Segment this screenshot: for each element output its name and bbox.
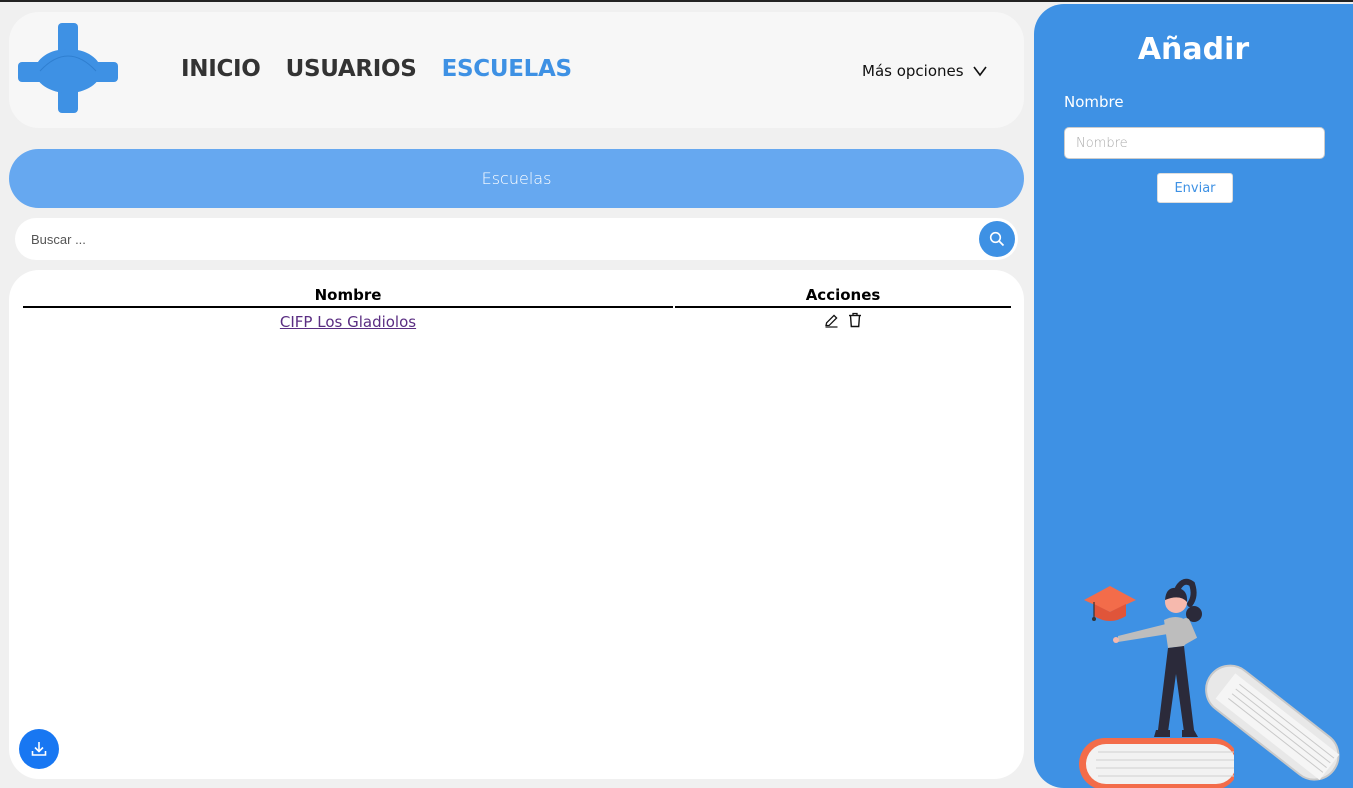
- nav-escuelas[interactable]: ESCUELAS: [442, 56, 572, 82]
- add-panel: Añadir Nombre Enviar: [1034, 4, 1353, 788]
- download-icon: [31, 742, 47, 756]
- row-actions: [824, 312, 862, 328]
- school-link[interactable]: CIFP Los Gladiolos: [280, 313, 416, 331]
- column-header-acciones: Acciones: [675, 284, 1011, 308]
- more-options-dropdown[interactable]: Más opciones: [862, 62, 988, 80]
- search-button[interactable]: [979, 221, 1015, 257]
- section-banner: Escuelas: [9, 149, 1024, 208]
- trash-icon: [849, 312, 861, 328]
- student-books-illustration: [1079, 578, 1340, 788]
- name-field[interactable]: [1064, 127, 1325, 159]
- edit-button[interactable]: [824, 313, 839, 328]
- delete-button[interactable]: [848, 312, 862, 328]
- chevron-down-icon: [972, 66, 987, 77]
- add-panel-title: Añadir: [1137, 32, 1250, 67]
- header: INICIO USUARIOS ESCUELAS Más opciones: [9, 12, 1024, 128]
- schools-table: Nombre Acciones CIFP Los Gladiolos: [21, 284, 1013, 332]
- column-header-nombre: Nombre: [23, 284, 673, 308]
- more-options-label: Más opciones: [862, 62, 964, 80]
- search-icon: [989, 231, 1005, 247]
- nav-inicio[interactable]: INICIO: [181, 56, 261, 82]
- table-row: CIFP Los Gladiolos: [23, 308, 1011, 332]
- nav-usuarios[interactable]: USUARIOS: [286, 56, 417, 82]
- logo-cross-icon[interactable]: [18, 21, 118, 115]
- submit-button[interactable]: Enviar: [1157, 173, 1233, 203]
- main-nav: INICIO USUARIOS ESCUELAS: [181, 56, 572, 82]
- download-button[interactable]: [19, 729, 59, 769]
- section-title: Escuelas: [481, 169, 552, 188]
- edit-pencil-icon: [825, 313, 838, 328]
- name-field-label: Nombre: [1064, 93, 1124, 111]
- search-bar: [15, 218, 1018, 260]
- search-input[interactable]: [31, 229, 971, 249]
- main-area: INICIO USUARIOS ESCUELAS Más opciones Es…: [0, 2, 1030, 788]
- schools-table-card: Nombre Acciones CIFP Los Gladiolos: [9, 270, 1024, 779]
